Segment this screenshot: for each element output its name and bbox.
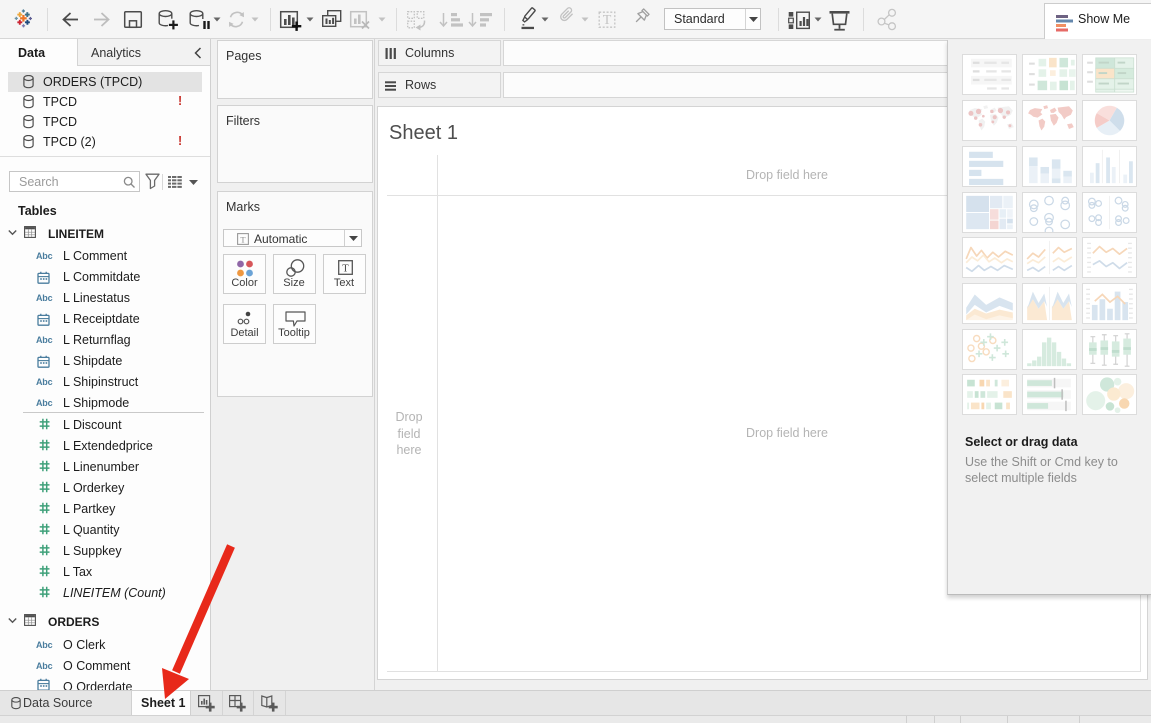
svg-text:T: T	[342, 264, 349, 275]
svg-text:T: T	[240, 234, 246, 244]
svg-text:T: T	[603, 13, 612, 28]
